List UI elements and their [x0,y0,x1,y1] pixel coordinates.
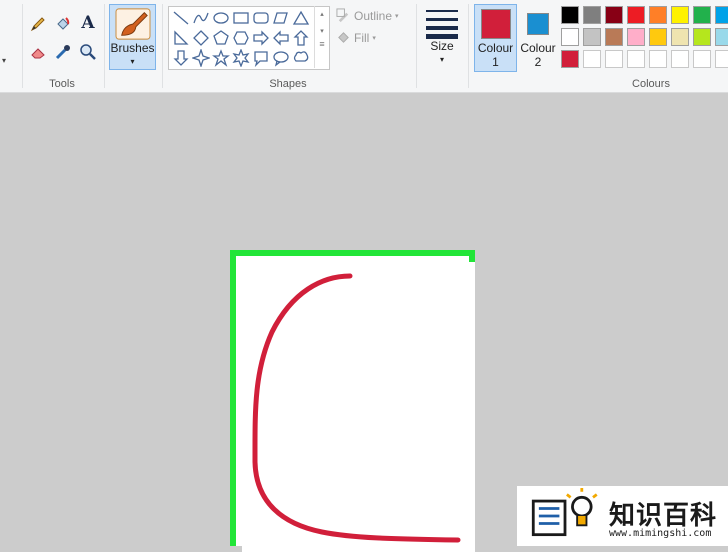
scroll-up-icon[interactable]: ▴ [315,10,329,18]
text-tool-icon[interactable]: A [78,13,98,33]
palette-swatch[interactable] [671,28,689,46]
curve-shape-icon[interactable] [192,9,210,27]
palette-swatch[interactable] [693,6,711,24]
palette-swatch[interactable] [561,6,579,24]
separator [104,4,105,88]
dropdown-arrow-icon[interactable]: ▾ [2,56,6,65]
palette-swatch[interactable] [605,28,623,46]
colour1-label: Colour [477,41,514,55]
palette-swatch[interactable] [583,28,601,46]
palette-swatch[interactable] [561,28,579,46]
oval-callout-shape-icon[interactable] [272,49,290,67]
palette-empty-swatch[interactable] [671,50,689,68]
palette-empty-swatch[interactable] [627,50,645,68]
palette-swatch[interactable] [671,6,689,24]
dropdown-arrow-icon: ▾ [372,34,376,42]
separator [416,4,417,88]
separator [468,4,469,88]
right-arrow-shape-icon[interactable] [252,29,270,47]
colour1-swatch [480,9,511,39]
brushes-label: Brushes [110,41,155,55]
tools-group-label: Tools [49,78,75,90]
palette-swatch[interactable] [649,28,667,46]
palette-swatch[interactable] [561,50,579,68]
down-arrow-shape-icon[interactable] [172,49,190,67]
colour2-swatch [527,13,549,35]
watermark-title: 知识百科 [609,501,718,531]
palette-empty-swatch[interactable] [605,50,623,68]
pentagon-shape-icon[interactable] [212,29,230,47]
up-arrow-shape-icon[interactable] [292,29,310,47]
left-arrow-shape-icon[interactable] [272,29,290,47]
palette-empty-swatch[interactable] [649,50,667,68]
right-triangle-shape-icon[interactable] [172,29,190,47]
colour1-button[interactable]: Colour 1 [474,4,517,72]
pencil-icon[interactable] [28,14,48,34]
separator [162,4,163,88]
size-label: Size [430,39,454,53]
rounded-callout-shape-icon[interactable] [252,49,270,68]
outline-dropdown[interactable]: Outline ▾ [336,8,399,23]
brush-icon [115,8,150,40]
palette-swatch[interactable] [715,28,728,46]
fill-bucket-icon [338,32,349,43]
shapes-group-label: Shapes [269,78,307,90]
fill-dropdown[interactable]: Fill ▾ [336,30,376,45]
outline-label: Outline [354,8,393,23]
palette-swatch[interactable] [627,6,645,24]
line-shape-icon[interactable] [172,9,190,27]
shapes-gallery [168,6,330,70]
colour-picker-icon[interactable] [53,42,73,62]
drawing-canvas[interactable] [242,262,475,552]
palette-empty-swatch[interactable] [583,50,601,68]
ribbon: ▾ A Tools Brushes ▾ ▴ ▾ ≡ Outline ▾ Fill… [0,0,728,93]
palette-swatch[interactable] [605,6,623,24]
magnifier-icon[interactable] [78,42,98,62]
expand-gallery-icon[interactable]: ≡ [315,39,329,49]
rectangle-shape-icon[interactable] [232,9,250,27]
palette-empty-swatch[interactable] [715,50,728,68]
outline-brush-icon [336,8,349,23]
six-point-star-shape-icon[interactable] [232,48,250,68]
palette-swatch[interactable] [627,28,645,46]
palette-empty-swatch[interactable] [693,50,711,68]
palette-swatch[interactable] [583,6,601,24]
triangle-shape-icon[interactable] [292,9,310,27]
fill-label: Fill [354,30,370,45]
palette-swatch[interactable] [649,6,667,24]
size-button[interactable]: Size ▾ [421,4,463,70]
watermark: 知识百科 www.mimingshi.com [517,486,728,546]
line-size-icon [426,10,458,39]
scroll-down-icon[interactable]: ▾ [315,27,329,35]
separator [22,4,23,88]
five-point-star-shape-icon[interactable] [212,49,230,67]
eraser-icon[interactable] [28,42,48,62]
colour1-number: 1 [492,55,499,69]
four-point-star-shape-icon[interactable] [190,47,212,69]
diamond-shape-icon[interactable] [192,29,210,47]
book-lightbulb-logo-icon [531,488,598,537]
colour2-label: Colour [520,41,556,55]
palette-swatch[interactable] [693,28,711,46]
shapes-scrollbar[interactable]: ▴ ▾ ≡ [314,6,329,68]
dropdown-arrow-icon: ▾ [439,55,444,64]
brushes-button[interactable]: Brushes ▾ [109,4,156,70]
colours-group-label: Colours [632,78,670,90]
hexagon-shape-icon[interactable] [232,29,250,47]
watermark-url: www.mimingshi.com [609,528,712,539]
palette-swatch[interactable] [715,6,728,24]
rounded-rectangle-shape-icon[interactable] [252,9,270,27]
polygon-shape-icon[interactable] [272,9,290,27]
selection-outline [230,250,475,552]
oval-shape-icon[interactable] [212,9,230,27]
colour2-button[interactable]: Colour 2 [518,4,558,72]
dropdown-arrow-icon: ▾ [130,57,135,66]
dropdown-arrow-icon: ▾ [395,12,399,20]
cloud-callout-shape-icon[interactable] [292,49,310,67]
fill-bucket-icon[interactable] [53,14,73,34]
red-curve-drawing [252,273,461,543]
ribbon-shadow [0,93,728,99]
colour2-number: 2 [534,55,542,69]
